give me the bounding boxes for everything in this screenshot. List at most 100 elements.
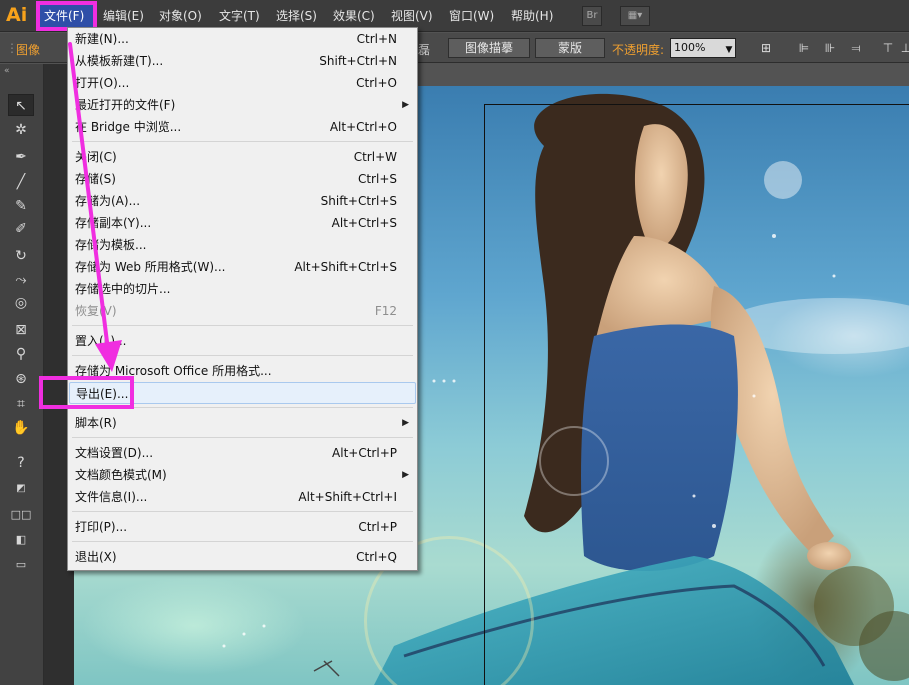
- menu-item-5-1[interactable]: 文档颜色模式(M) ▶: [69, 464, 416, 486]
- menu-item-0-2[interactable]: 打开(O)... Ctrl+O: [69, 72, 416, 94]
- menu-item-shortcut: Shift+Ctrl+S: [320, 194, 397, 208]
- menu-item-1-2[interactable]: 存储为(A)... Shift+Ctrl+S: [69, 190, 416, 212]
- menu-item-shortcut: Ctrl+O: [356, 76, 397, 90]
- submenu-arrow-icon: ▶: [402, 470, 409, 480]
- align-top-icon[interactable]: ⊤: [880, 40, 896, 56]
- menu-item-0-4[interactable]: 在 Bridge 中浏览... Alt+Ctrl+O: [69, 116, 416, 138]
- fill-stroke-icon[interactable]: □□: [8, 504, 34, 526]
- menu-item-shortcut: Alt+Shift+Ctrl+I: [298, 490, 397, 504]
- menu-item-1-7: 恢复(V) F12: [69, 300, 416, 322]
- menu-separator: [72, 325, 413, 326]
- brush-icon[interactable]: ✎: [8, 195, 34, 217]
- menu-item-1-4[interactable]: 存储为模板...: [69, 234, 416, 256]
- width-tool-icon[interactable]: ⤳: [8, 269, 34, 291]
- menu-item-4-0[interactable]: 脚本(R) ▶: [69, 412, 416, 434]
- bridge-button[interactable]: Br: [582, 6, 602, 26]
- artboard-boundary: [484, 104, 909, 685]
- symbol-sprayer-icon[interactable]: ⊛: [8, 368, 34, 390]
- help-icon[interactable]: ?: [8, 452, 34, 474]
- menu-item-shortcut: Ctrl+Q: [356, 550, 397, 564]
- shape-builder-icon[interactable]: ◎: [8, 292, 34, 314]
- pencil-icon[interactable]: ✐: [8, 218, 34, 240]
- eyedropper-icon[interactable]: ⚲: [8, 343, 34, 365]
- menu-effect[interactable]: 效果(C): [333, 6, 375, 26]
- menu-item-shortcut: Alt+Ctrl+O: [329, 120, 397, 134]
- artboard-icon[interactable]: ⌗: [8, 393, 34, 415]
- magic-wand-icon[interactable]: ✲: [8, 119, 34, 141]
- menu-object[interactable]: 对象(O): [159, 6, 202, 26]
- menu-item-shortcut: Ctrl+P: [358, 520, 397, 534]
- menu-item-shortcut: Alt+Ctrl+P: [332, 446, 397, 460]
- menu-item-shortcut: F12: [374, 304, 397, 318]
- menu-item-1-0[interactable]: 关闭(C) Ctrl+W: [69, 146, 416, 168]
- menu-item-0-3[interactable]: 最近打开的文件(F) ▶: [69, 94, 416, 116]
- menu-file[interactable]: 文件(F): [44, 6, 84, 26]
- menu-view[interactable]: 视图(V): [391, 6, 433, 26]
- menu-item-2-0[interactable]: 置入(L)...: [69, 330, 416, 352]
- menu-item-label: 在 Bridge 中浏览...: [75, 120, 182, 134]
- chevron-down-icon[interactable]: ▼: [721, 42, 737, 58]
- menu-item-label: 脚本(R): [75, 416, 117, 430]
- opacity-label[interactable]: 不透明度:: [612, 41, 664, 58]
- menu-item-label: 存储副本(Y)...: [75, 216, 152, 230]
- grid-icon: ▦▾: [627, 10, 643, 21]
- pen-icon[interactable]: ✒: [8, 146, 34, 168]
- menu-separator: [72, 141, 413, 142]
- menu-item-shortcut: Shift+Ctrl+N: [319, 54, 397, 68]
- menu-item-label: 从模板新建(T)...: [75, 54, 164, 68]
- menu-item-label: 退出(X): [75, 550, 117, 564]
- menu-separator: [72, 511, 413, 512]
- menu-item-label: 恢复(V): [75, 304, 117, 318]
- image-label[interactable]: 图像: [16, 41, 40, 58]
- line-icon[interactable]: ╱: [8, 171, 34, 193]
- menu-item-7-0[interactable]: 退出(X) Ctrl+Q: [69, 546, 416, 568]
- menu-item-label: 存储选中的切片...: [75, 282, 171, 296]
- menu-separator: [72, 541, 413, 542]
- file-dropdown-menu: 新建(N)... Ctrl+N 从模板新建(T)... Shift+Ctrl+N 打开(…: [39, 27, 418, 571]
- menu-item-5-2[interactable]: 文件信息(I)... Alt+Shift+Ctrl+I: [69, 486, 416, 508]
- menu-item-1-5[interactable]: 存储为 Web 所用格式(W)... Alt+Shift+Ctrl+S: [69, 256, 416, 278]
- align-options-icon[interactable]: ⊞: [758, 40, 774, 56]
- menu-help[interactable]: 帮助(H): [511, 6, 553, 26]
- menu-item-shortcut: Alt+Ctrl+S: [331, 216, 397, 230]
- rotate-icon[interactable]: ↻: [8, 245, 34, 267]
- menu-item-shortcut: Ctrl+W: [353, 150, 397, 164]
- menu-type[interactable]: 文字(T): [219, 6, 260, 26]
- align-middle-icon[interactable]: ⊥: [898, 40, 909, 56]
- menu-item-0-1[interactable]: 从模板新建(T)... Shift+Ctrl+N: [69, 50, 416, 72]
- mesh-icon[interactable]: ⊠: [8, 319, 34, 341]
- arrange-documents-button[interactable]: ▦▾: [620, 6, 650, 26]
- illustrator-logo: Ai: [6, 4, 28, 26]
- drawing-modes-icon[interactable]: ◧: [8, 529, 34, 551]
- menu-item-5-0[interactable]: 文档设置(D)... Alt+Ctrl+P: [69, 442, 416, 464]
- submenu-arrow-icon: ▶: [402, 418, 409, 428]
- image-trace-button[interactable]: 图像描摹: [448, 38, 530, 58]
- menu-item-6-0[interactable]: 打印(P)... Ctrl+P: [69, 516, 416, 538]
- mask-button[interactable]: 蒙版: [535, 38, 605, 58]
- menu-item-label: 打印(P)...: [75, 520, 128, 534]
- menu-edit[interactable]: 编辑(E): [103, 6, 144, 26]
- default-colors-icon[interactable]: ◩: [8, 478, 34, 500]
- selection-tool-icon[interactable]: ↖: [8, 94, 34, 116]
- menu-item-0-0[interactable]: 新建(N)... Ctrl+N: [69, 28, 416, 50]
- menu-item-label: 文档设置(D)...: [75, 446, 154, 460]
- align-right-icon[interactable]: ⫤: [848, 40, 864, 56]
- screen-mode-icon[interactable]: ▭: [8, 554, 34, 576]
- menu-item-shortcut: Ctrl+S: [357, 172, 397, 186]
- menu-separator: [72, 437, 413, 438]
- menu-item-label: 文档颜色模式(M): [75, 468, 167, 482]
- menu-item-1-1[interactable]: 存储(S) Ctrl+S: [69, 168, 416, 190]
- menu-item-label: 打开(O)...: [75, 76, 130, 90]
- menu-item-label: 存储(S): [75, 172, 116, 186]
- align-center-icon[interactable]: ⊪: [822, 40, 838, 56]
- menu-item-label: 置入(L)...: [75, 334, 127, 348]
- menu-item-shortcut: Ctrl+N: [356, 32, 397, 46]
- menu-select[interactable]: 选择(S): [276, 6, 317, 26]
- collapse-icon[interactable]: «: [4, 66, 10, 76]
- menu-window[interactable]: 窗口(W): [449, 6, 494, 26]
- menu-item-label: 存储为(A)...: [75, 194, 141, 208]
- menu-item-1-6[interactable]: 存储选中的切片...: [69, 278, 416, 300]
- align-left-icon[interactable]: ⊫: [796, 40, 812, 56]
- menu-item-1-3[interactable]: 存储副本(Y)... Alt+Ctrl+S: [69, 212, 416, 234]
- hand-icon[interactable]: ✋: [8, 417, 34, 439]
